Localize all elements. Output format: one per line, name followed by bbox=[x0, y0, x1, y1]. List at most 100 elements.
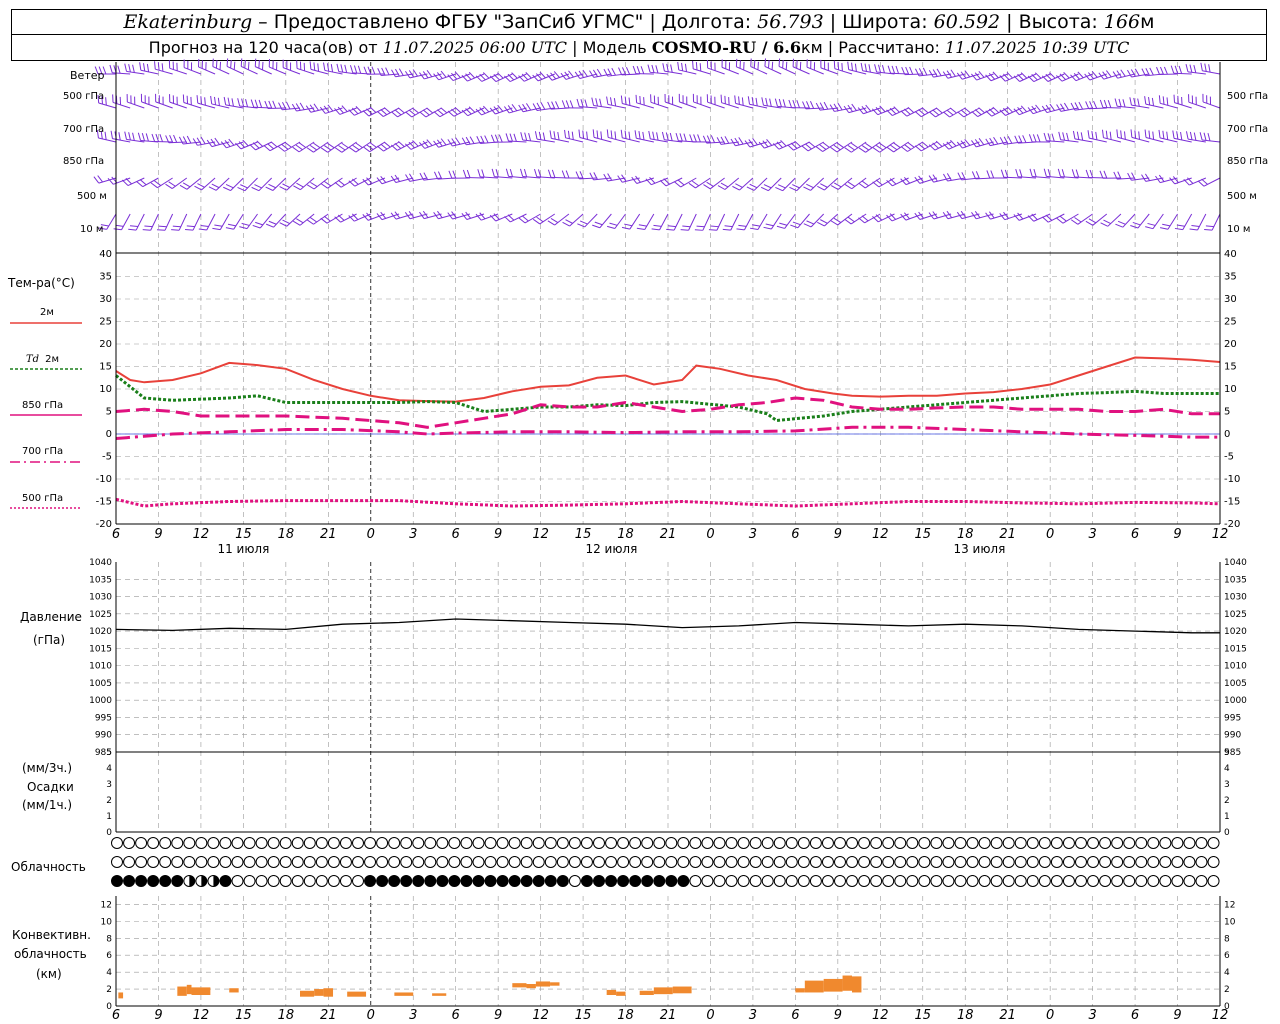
cloud-circle bbox=[834, 875, 846, 887]
wind-barb bbox=[1101, 129, 1122, 143]
cloud-circle bbox=[231, 856, 244, 868]
wind-barb-feather bbox=[272, 100, 277, 109]
x-tick-label: 21 bbox=[999, 1008, 1016, 1023]
cloud-circle bbox=[990, 837, 1003, 849]
wind-barb bbox=[1056, 213, 1079, 224]
wind-barb-feather bbox=[565, 100, 570, 109]
wind-barb-feather bbox=[674, 181, 682, 188]
wind-barb-feather bbox=[144, 225, 153, 228]
cloud-circle bbox=[183, 837, 196, 849]
wind-barb-staff bbox=[215, 177, 230, 191]
wind-barb-feather bbox=[520, 132, 524, 141]
wind-barb-feather bbox=[589, 70, 595, 78]
cloud-circle bbox=[556, 856, 569, 868]
wind-barb-feather bbox=[1091, 131, 1094, 140]
cloud-circle bbox=[1159, 875, 1172, 887]
x-tick-label: 21 bbox=[660, 1008, 677, 1023]
wind-barb-feather bbox=[706, 181, 714, 187]
cloud-circle bbox=[243, 837, 256, 849]
wind-barb-feather bbox=[614, 131, 617, 140]
cloud-symbol bbox=[291, 856, 304, 868]
cloud-symbol bbox=[376, 837, 389, 849]
wind-barb-feather bbox=[440, 138, 447, 146]
wind-barb-staff bbox=[509, 73, 527, 83]
wind-barb-feather bbox=[1059, 215, 1067, 222]
cloud-circle bbox=[797, 856, 810, 868]
cloud-symbol bbox=[496, 875, 509, 887]
y-tick-label-left: 995 bbox=[95, 713, 112, 723]
x-tick-label: 6 bbox=[112, 1008, 120, 1023]
cloud-symbol bbox=[352, 875, 364, 887]
y-tick-label-left: 1005 bbox=[89, 679, 112, 689]
cloud-symbol bbox=[267, 856, 280, 868]
wind-barb-feather bbox=[634, 130, 637, 139]
wind-barb bbox=[634, 130, 654, 143]
wind-barb-staff bbox=[644, 213, 655, 230]
cloud-symbol bbox=[954, 837, 967, 849]
wind-barb-feather bbox=[210, 95, 213, 104]
cloud-symbol bbox=[1147, 856, 1160, 868]
cloud-symbol bbox=[870, 856, 883, 868]
wind-barb-feather bbox=[505, 133, 509, 142]
wind-barb bbox=[210, 95, 230, 109]
wind-barb-feather bbox=[200, 136, 206, 145]
wind-barb-feather bbox=[624, 96, 627, 105]
wind-barb-feather bbox=[451, 108, 458, 115]
wind-barb-feather bbox=[509, 168, 513, 177]
wind-barb-feather bbox=[949, 107, 957, 114]
wind-barb-feather bbox=[1172, 130, 1175, 139]
wind-barb bbox=[128, 213, 145, 231]
wind-barb-feather bbox=[165, 183, 173, 189]
wind-barb-feather bbox=[663, 178, 670, 185]
wind-barb-staff bbox=[206, 213, 216, 231]
wind-barb-feather bbox=[296, 218, 304, 224]
cloud-circle bbox=[111, 837, 123, 849]
wind-barb-feather bbox=[830, 185, 839, 190]
cloud-circle bbox=[436, 837, 449, 849]
wind-barb-feather bbox=[285, 101, 291, 110]
cloud-symbol bbox=[448, 856, 461, 868]
wind-barb-feather bbox=[1178, 65, 1183, 74]
cloud-symbol bbox=[918, 856, 931, 868]
cloud-symbol bbox=[123, 856, 136, 868]
cloud-symbol bbox=[291, 875, 304, 887]
wind-barb-feather bbox=[511, 104, 518, 112]
wind-barb-feather bbox=[507, 214, 515, 221]
wind-barb-feather bbox=[943, 111, 950, 118]
wind-barb-feather bbox=[688, 182, 696, 189]
wind-barb bbox=[237, 98, 258, 109]
wind-barb-feather bbox=[1193, 64, 1197, 73]
cloud-symbol bbox=[267, 837, 280, 849]
cloud-circle bbox=[424, 875, 437, 887]
wind-barb-feather bbox=[1036, 134, 1041, 143]
wind-barb-feather bbox=[833, 144, 841, 151]
wind-barb-feather bbox=[1099, 99, 1104, 108]
cloud-symbol bbox=[617, 856, 630, 868]
wind-barb-feather bbox=[1075, 169, 1080, 178]
wind-barb-feather bbox=[518, 104, 524, 113]
wind-barb-staff bbox=[186, 177, 202, 190]
cloud-symbol bbox=[568, 856, 581, 868]
y-tick-label-right: 15 bbox=[1224, 362, 1237, 373]
wind-barb-feather bbox=[782, 99, 786, 108]
wind-barb-feather bbox=[1174, 227, 1183, 231]
cloud-symbol bbox=[339, 856, 352, 868]
wind-barb-feather bbox=[1020, 105, 1028, 113]
wind-barb-feather bbox=[117, 65, 121, 74]
cloud-symbol bbox=[484, 875, 497, 887]
wind-barb bbox=[736, 213, 754, 231]
x-tick-label: 12 bbox=[193, 527, 210, 542]
legend-t700-label: 700 гПа bbox=[22, 446, 63, 457]
wind-barb-feather bbox=[536, 216, 544, 223]
wind-barb-feather bbox=[833, 217, 842, 223]
cloud-symbol bbox=[617, 837, 630, 849]
wind-barb-feather bbox=[394, 109, 402, 116]
wind-barb-feather bbox=[295, 103, 301, 111]
y-tick-label-right: 6 bbox=[1224, 951, 1230, 961]
wind-barb-staff bbox=[1019, 73, 1037, 82]
wind-barb-feather bbox=[371, 66, 376, 75]
cloud-symbol bbox=[219, 875, 232, 887]
x-tick-label: 9 bbox=[1173, 527, 1181, 542]
wind-barb-feather bbox=[662, 63, 665, 72]
cloud-circle bbox=[520, 837, 533, 849]
